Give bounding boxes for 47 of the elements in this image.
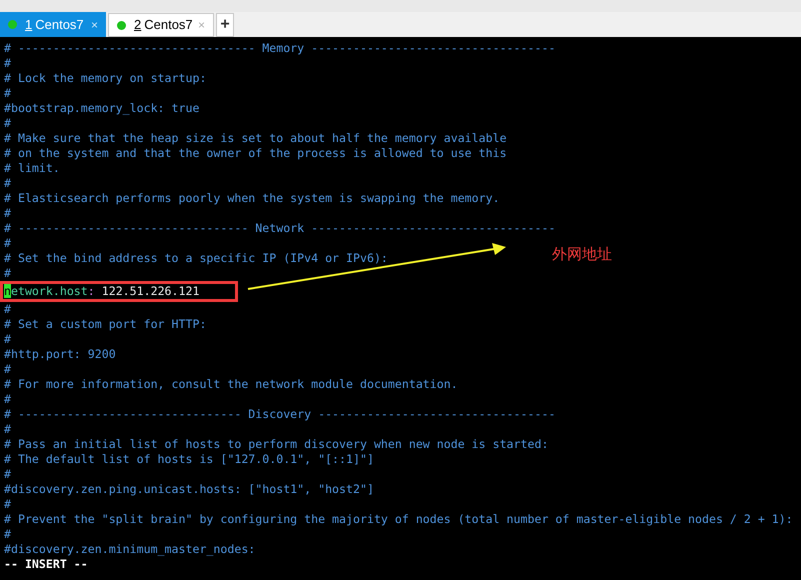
comment-line: #http.port: 9200 <box>4 347 116 361</box>
comment-line: # <box>4 302 11 316</box>
close-button[interactable]: × <box>198 16 205 34</box>
comment-line: # limit. <box>4 161 60 175</box>
comment-line: # Set a custom port for HTTP: <box>4 317 206 331</box>
comment-line: # on the system and that the owner of the process is allowed to use this <box>4 146 507 160</box>
new-tab-button[interactable]: + <box>216 13 234 37</box>
comment-line: # Lock the memory on startup: <box>4 71 206 85</box>
comment-line: # <box>4 206 11 220</box>
comment-line: # <box>4 86 11 100</box>
annotation-label: 外网地址 <box>552 245 612 265</box>
comment-line: # Prevent the "split brain" by configuring the majority of nodes (total number of master-eligible nodes / 2 + 1): <box>4 512 793 526</box>
comment-line: # Pass an initial list of hosts to perform discovery when new node is started: <box>4 437 548 451</box>
comment-line: # <box>4 116 11 130</box>
comment-line: # --------------------------------- Network ----------------------------------- <box>4 221 556 235</box>
tab[interactable]: 1 Centos7 × <box>0 12 106 37</box>
tab-number: 1 <box>25 16 32 34</box>
setting-key: network.host <box>4 284 88 298</box>
tab[interactable]: 2 Centos7 × <box>108 13 214 37</box>
comment-line: # <box>4 236 11 250</box>
comment-line: # Make sure that the heap size is set to about half the memory available <box>4 131 507 145</box>
comment-line: # The default list of hosts is ["127.0.0.1", "[::1]"] <box>4 452 374 466</box>
comment-line: #bootstrap.memory_lock: true <box>4 101 200 115</box>
comment-line: # <box>4 362 11 376</box>
comment-line: # For more information, consult the network module documentation. <box>4 377 458 391</box>
comment-line: # ---------------------------------- Memory ----------------------------------- <box>4 41 556 55</box>
comment-line: #discovery.zen.ping.unicast.hosts: ["host1", "host2"] <box>4 482 374 496</box>
comment-line: # <box>4 266 11 280</box>
comment-line: # <box>4 497 11 511</box>
comment-line: # <box>4 467 11 481</box>
comment-line: # -------------------------------- Discovery ---------------------------------- <box>4 407 556 421</box>
comment-line: # <box>4 56 11 70</box>
comment-line: # <box>4 392 11 406</box>
tab-number: 2 <box>134 16 142 34</box>
setting-value: 122.51.226.121 <box>102 284 200 298</box>
tab-label: Centos7 <box>144 16 194 34</box>
comment-line: # Set the bind address to a specific IP (IPv4 or IPv6): <box>4 251 388 265</box>
separator: : <box>88 284 95 298</box>
comment-line: # <box>4 332 11 346</box>
comment-line: # Elasticsearch performs poorly when the system is swapping the memory. <box>4 191 500 205</box>
close-button[interactable]: × <box>90 16 98 34</box>
tab-label: Centos7 <box>35 16 85 34</box>
mode-indicator: -- INSERT -- <box>4 557 88 571</box>
comment-line: #discovery.zen.minimum_master_nodes: <box>4 542 256 556</box>
comment-line: # <box>4 176 11 190</box>
comment-line: # <box>4 422 11 436</box>
comment-line: # <box>4 527 11 541</box>
